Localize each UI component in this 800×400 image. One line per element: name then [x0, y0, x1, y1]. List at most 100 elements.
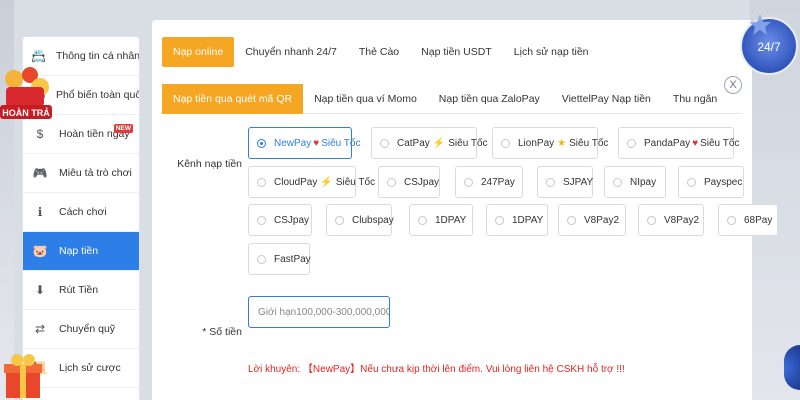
channel-name: FastPay — [274, 253, 311, 265]
radio-icon — [647, 215, 656, 225]
channel-label: Kênh nạp tiền — [177, 158, 242, 170]
left-background-strip — [0, 0, 14, 400]
channel-name: Clubspay — [352, 214, 394, 226]
channel-option-4[interactable]: CloudPay ⚡ Siêu Tốc — [248, 166, 375, 198]
channel-name: CSJpay — [404, 176, 440, 188]
sidebar-item-label: Miêu tả trò chơi — [59, 167, 132, 179]
sidebar-item-label: Nạp tiền — [59, 245, 99, 257]
channel-option-5[interactable]: CSJpay — [378, 166, 440, 198]
floating-chat-icon[interactable] — [784, 345, 800, 390]
channel-option-3[interactable]: PandaPay ♥ Siêu Tốc — [618, 127, 739, 159]
sidebar-item-3[interactable]: 🎮 Miêu tả trò chơi — [23, 154, 139, 193]
channel-name: CatPay — [397, 137, 430, 149]
sidebar-item-label: Chuyển quỹ — [59, 323, 116, 335]
channel-option-0[interactable]: NewPay ♥ Siêu Tốc — [248, 127, 360, 159]
star-icon: ★ — [557, 137, 567, 149]
channel-suffix: Siêu Tốc — [321, 137, 361, 149]
radio-icon — [257, 138, 266, 148]
channel-option-1[interactable]: CatPay ⚡ Siêu Tốc — [371, 127, 488, 159]
warning-text: Lời khuyên: 【NewPay】Nếu chưa kịp thời lê… — [248, 364, 625, 375]
channel-name: CSJpay — [274, 214, 310, 226]
channel-name: CloudPay — [274, 176, 318, 188]
channel-option-7[interactable]: SJPAY — [537, 166, 593, 198]
tab2-2[interactable]: Nạp tiền qua ZaloPay — [428, 84, 551, 114]
radio-icon — [464, 177, 473, 187]
radio-icon — [380, 138, 389, 148]
radio-icon — [546, 177, 555, 187]
tab1-3[interactable]: Nạp tiền USDT — [410, 37, 503, 67]
channel-option-12[interactable]: 1DPAY — [409, 204, 473, 236]
hoan-tra-badge-icon[interactable]: HOÀN TRẢ — [0, 65, 52, 133]
tab2-4[interactable]: Thu ngân — [662, 84, 728, 114]
sidebar-item-7[interactable]: ⇄ Chuyển quỹ — [23, 310, 139, 349]
radio-icon — [727, 215, 736, 225]
sidebar-item-6[interactable]: ⬇ Rút Tiền — [23, 271, 139, 310]
radio-icon — [335, 215, 344, 225]
piggy-bank-icon: 🐷 — [32, 244, 48, 258]
radio-icon — [418, 215, 427, 225]
user-card-icon: 📇 — [31, 49, 46, 63]
channel-option-17[interactable]: FastPay — [248, 243, 311, 275]
radio-icon — [613, 177, 622, 187]
channel-option-6[interactable]: 247Pay — [455, 166, 523, 198]
gift-box-icon[interactable] — [0, 352, 50, 400]
sidebar-item-4[interactable]: ℹ Cách chơi — [23, 193, 139, 232]
bolt-icon: ⚡ — [432, 137, 446, 149]
tab1-4[interactable]: Lịch sử nạp tiền — [503, 37, 600, 67]
channel-name: NIpay — [630, 176, 657, 188]
channel-suffix: Siêu Tốc — [335, 176, 376, 188]
channel-name: 68Pay — [744, 214, 773, 226]
radio-icon — [387, 177, 396, 187]
channel-name: V8Pay2 — [664, 214, 700, 226]
sidebar-item-5[interactable]: 🐷 Nạp tiền — [23, 232, 139, 271]
sidebar-item-label: Rút Tiền — [59, 284, 99, 296]
sidebar-item-label: Thông tin cá nhân — [55, 50, 140, 62]
channel-name: 247Pay — [481, 176, 515, 188]
support-247-icon[interactable]: 24/7 — [740, 8, 798, 80]
channel-name: Payspec — [704, 176, 743, 188]
radio-icon — [627, 138, 636, 148]
radio-icon — [687, 177, 696, 187]
channel-name: 1DPAY — [512, 214, 544, 226]
tab1-0[interactable]: Nạp online — [162, 37, 235, 67]
radio-icon — [257, 254, 266, 264]
tab2-3[interactable]: ViettelPay Nạp tiền — [551, 84, 662, 114]
support-247-label: 24/7 — [757, 40, 781, 54]
heart-icon: ♥ — [313, 137, 320, 149]
sub-tabs: Nạp tiền qua quét mã QR Nạp tiền qua ví M… — [162, 84, 742, 114]
main-tabs: Nạp online Chuyển nhanh 24/7 Thẻ Cào Nạp ti… — [162, 37, 600, 67]
amount-input[interactable] — [248, 296, 390, 328]
radio-icon — [567, 215, 576, 225]
channel-option-9[interactable]: Payspec — [678, 166, 744, 198]
amount-label: * Số tiền — [202, 326, 242, 338]
channel-option-15[interactable]: V8Pay2 — [638, 204, 704, 236]
channel-name: 1DPAY — [435, 214, 467, 226]
channel-option-16[interactable]: 68Pay — [718, 204, 778, 236]
tab2-1[interactable]: Nạp tiền qua ví Momo — [303, 84, 428, 114]
bolt-icon: ⚡ — [320, 176, 333, 188]
tab1-2[interactable]: Thẻ Cào — [348, 37, 410, 67]
sidebar-item-label: Phổ biến toàn quốc — [55, 89, 140, 101]
radio-icon — [257, 215, 266, 225]
radio-icon — [495, 215, 504, 225]
gamepad-icon: 🎮 — [32, 166, 48, 180]
sidebar-item-label: Lịch sử cược — [59, 362, 121, 374]
channel-option-10[interactable]: CSJpay — [248, 204, 312, 236]
tab1-1[interactable]: Chuyển nhanh 24/7 — [234, 37, 348, 67]
channel-option-8[interactable]: NIpay — [604, 166, 666, 198]
channel-suffix: Siêu Tốc — [448, 137, 488, 149]
channel-option-2[interactable]: LionPay ★ Siêu Tốc — [492, 127, 608, 159]
channel-option-14[interactable]: V8Pay2 — [558, 204, 626, 236]
channel-option-11[interactable]: Clubspay — [326, 204, 394, 236]
heart-icon: ♥ — [692, 137, 699, 149]
radio-icon — [501, 138, 510, 148]
channel-name: NewPay — [274, 137, 312, 149]
channel-name: V8Pay2 — [584, 214, 620, 226]
radio-icon — [257, 177, 266, 187]
channel-name: SJPAY — [563, 176, 594, 188]
channel-suffix: Siêu Tốc — [700, 137, 740, 149]
hoan-tra-label: HOÀN TRẢ — [2, 107, 50, 118]
channel-option-13[interactable]: 1DPAY — [486, 204, 548, 236]
tab2-0[interactable]: Nạp tiền qua quét mã QR — [162, 84, 304, 114]
channel-name: LionPay — [518, 137, 555, 149]
